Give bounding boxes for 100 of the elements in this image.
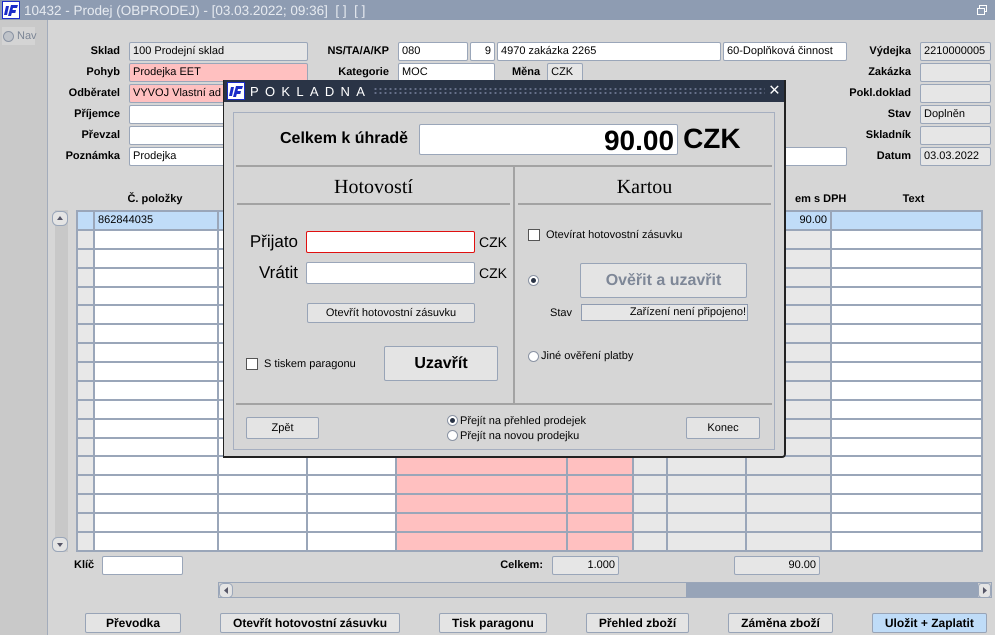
table-cell[interactable] [94, 456, 218, 476]
radio-button[interactable] [528, 275, 539, 286]
currency-label: CZK [683, 123, 741, 155]
table-cell[interactable] [94, 475, 218, 494]
row-header[interactable] [77, 475, 94, 494]
table-cell[interactable] [94, 362, 218, 381]
table-cell[interactable] [831, 211, 982, 230]
table-cell[interactable] [667, 475, 746, 494]
table-cell[interactable] [307, 475, 396, 494]
input-field[interactable]: 9 [470, 42, 495, 61]
toolbar-button[interactable]: Tisk paragonu [439, 613, 547, 633]
checkbox-label: Otevírat hotovostní zásuvku [546, 229, 682, 241]
radio-button[interactable] [447, 415, 458, 426]
currency-label: CZK [479, 234, 507, 250]
checkbox[interactable] [528, 229, 540, 241]
table-cell[interactable] [831, 362, 982, 381]
table-cell[interactable] [746, 456, 831, 476]
table-cell[interactable] [831, 456, 982, 476]
table-cell[interactable] [831, 494, 982, 513]
logo-icon [2, 1, 20, 19]
table-cell[interactable] [396, 475, 567, 494]
input-field[interactable]: 100 Prodejní sklad [129, 42, 308, 61]
row-header[interactable] [77, 494, 94, 513]
input-field[interactable] [306, 231, 475, 253]
table-cell[interactable] [218, 494, 307, 513]
radio-label: Přejít na novou prodejku [460, 430, 580, 442]
field-label: Odběratel [68, 86, 121, 101]
row-header[interactable] [77, 456, 94, 476]
field-label: Stav [550, 306, 574, 318]
toolbar-button[interactable]: Převodka [85, 613, 181, 633]
table-cell[interactable] [396, 494, 567, 513]
row-header[interactable] [77, 211, 94, 230]
table-cell[interactable] [218, 513, 307, 532]
table-cell[interactable] [567, 475, 633, 494]
input-field[interactable]: Prodejka EET [129, 63, 308, 82]
radio-button[interactable] [447, 430, 458, 441]
table-cell[interactable] [633, 494, 667, 513]
close-button[interactable]: × [768, 81, 780, 101]
row-header[interactable] [77, 324, 94, 344]
table-cell[interactable]: 862844035 [94, 211, 218, 230]
table-cell[interactable] [831, 475, 982, 494]
radio-button[interactable] [528, 350, 539, 362]
close-sale-button[interactable]: Uzavřít [384, 346, 498, 381]
table-cell[interactable] [94, 305, 218, 324]
table-cell[interactable] [567, 494, 633, 513]
toolbar-button[interactable]: Uložit + Zaplatit [872, 613, 987, 633]
row-header[interactable] [77, 305, 94, 324]
table-cell[interactable] [218, 475, 307, 494]
table-cell[interactable] [94, 324, 218, 344]
table-cell[interactable] [567, 513, 633, 532]
checkbox[interactable] [246, 358, 258, 370]
scroll-down-icon[interactable] [52, 537, 68, 552]
input-field[interactable]: 4970 zakázka 2265 [497, 42, 721, 61]
row-header[interactable] [77, 343, 94, 362]
input-field[interactable]: 080 [398, 42, 468, 61]
drawer-button[interactable]: Otevřít hotovostní zásuvku [307, 303, 475, 323]
end-button[interactable]: Konec [686, 417, 760, 439]
toolbar-button[interactable]: Záměna zboží [728, 613, 833, 633]
table-cell[interactable] [633, 475, 667, 494]
input-field[interactable] [920, 126, 991, 145]
table-cell[interactable] [831, 343, 982, 362]
table-cell[interactable] [307, 513, 396, 532]
table-cell[interactable] [746, 513, 831, 532]
row-header[interactable] [77, 513, 94, 532]
section-title: Kartou [518, 167, 771, 205]
toolbar-button[interactable]: Otevřít hotovostní zásuvku [220, 613, 400, 633]
back-button[interactable]: Zpět [246, 417, 319, 439]
field-label: Datum [876, 149, 912, 164]
input-field[interactable] [306, 262, 475, 284]
input-field[interactable]: 60-Doplňková činnost [723, 42, 847, 61]
toolbar-button[interactable]: Přehled zboží [586, 613, 690, 633]
input-field[interactable] [920, 84, 991, 103]
row-header[interactable] [77, 532, 94, 551]
input-field[interactable] [102, 556, 183, 575]
table-cell[interactable] [307, 494, 396, 513]
input-field[interactable]: Doplněn [920, 105, 991, 124]
total-amount: 90.00 [734, 556, 820, 575]
section-title: Hotovostí [237, 167, 510, 205]
table-cell[interactable] [667, 513, 746, 532]
table-cell[interactable] [633, 513, 667, 532]
table-cell[interactable] [831, 305, 982, 324]
table-cell[interactable] [94, 494, 218, 513]
table-cell[interactable] [746, 494, 831, 513]
table-cell[interactable] [94, 513, 218, 532]
status-field: Zařízení není připojeno! [581, 304, 748, 321]
restore-icon[interactable] [976, 4, 988, 16]
input-field[interactable] [920, 63, 991, 82]
table-cell[interactable] [746, 475, 831, 494]
input-field[interactable]: 03.03.2022 [920, 147, 991, 166]
table-cell[interactable] [94, 343, 218, 362]
horizontal-scrollbar[interactable] [218, 582, 992, 598]
row-header[interactable] [77, 362, 94, 381]
table-cell[interactable] [667, 494, 746, 513]
scroll-right-icon [978, 582, 991, 598]
table-cell[interactable] [396, 513, 567, 532]
table-cell[interactable] [831, 324, 982, 344]
table-cell[interactable] [831, 513, 982, 532]
scroll-up-icon[interactable] [52, 211, 68, 226]
scroll-thumb[interactable] [686, 583, 978, 597]
input-field[interactable]: 2210000005 [920, 42, 991, 61]
